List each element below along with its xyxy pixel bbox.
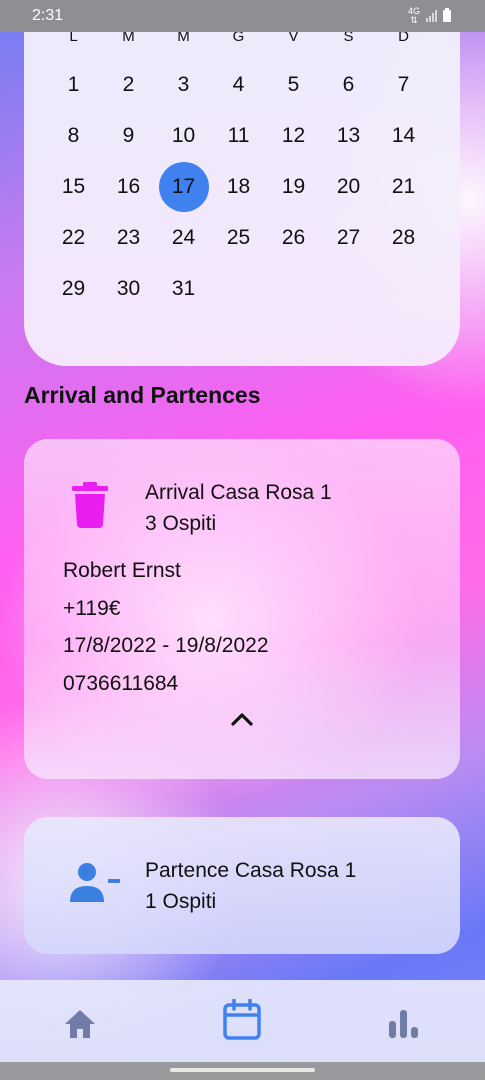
calendar-day-number: 8 <box>67 123 80 147</box>
calendar-day-number: 12 <box>281 123 306 147</box>
calendar-day-number: 22 <box>61 225 86 249</box>
calendar-day-number: 14 <box>391 123 416 147</box>
calendar-day[interactable]: 22 <box>46 212 101 263</box>
calendar-day[interactable]: 7 <box>376 59 431 110</box>
battery-icon <box>443 8 451 22</box>
booking-price: +119€ <box>63 597 121 620</box>
signal-icon <box>426 10 437 22</box>
calendar-day-number: 7 <box>397 72 410 96</box>
status-icons: 4G ⇅ <box>408 7 451 25</box>
calendar-day[interactable]: 6 <box>321 59 376 110</box>
calendar-day[interactable]: 8 <box>46 110 101 161</box>
calendar-day-number: 20 <box>336 174 361 198</box>
section-title: Arrival and Partences <box>24 382 261 408</box>
network-indicator: 4G ⇅ <box>408 7 420 25</box>
stats-icon[interactable] <box>388 1009 420 1039</box>
status-bar: 2:31 4G ⇅ <box>0 0 485 32</box>
calendar-day[interactable]: 18 <box>211 161 266 212</box>
status-time: 2:31 <box>32 7 64 24</box>
calendar-day-number: 5 <box>287 72 300 96</box>
calendar-day[interactable]: 9 <box>101 110 156 161</box>
calendar-day[interactable]: 16 <box>101 161 156 212</box>
calendar-day-number: 10 <box>171 123 196 147</box>
calendar-day[interactable]: 15 <box>46 161 101 212</box>
calendar-day-number: 15 <box>61 174 86 198</box>
calendar-card: L M M G V S D 1 2 3 4 5 6 7 8 9 10 11 12 13 14 15 16 17 1… <box>24 0 460 366</box>
calendar-day[interactable]: 23 <box>101 212 156 263</box>
arrival-title: Arrival Casa Rosa 1 <box>145 481 332 504</box>
calendar-day[interactable]: 31 <box>156 263 211 314</box>
calendar-day-number: 3 <box>177 72 190 96</box>
calendar-day-number: 30 <box>116 276 141 300</box>
calendar-day-number: 23 <box>116 225 141 249</box>
calendar-day[interactable]: 14 <box>376 110 431 161</box>
trash-icon[interactable] <box>72 482 108 528</box>
calendar-day-number: 18 <box>226 174 251 198</box>
calendar-day-number: 29 <box>61 276 86 300</box>
calendar-day-selected[interactable]: 17 <box>156 161 211 212</box>
guest-name: Robert Ernst <box>63 559 181 582</box>
guest-phone: 0736611684 <box>63 672 179 695</box>
arrival-guests: 3 Ospiti <box>145 512 217 535</box>
calendar-day-number: 9 <box>122 123 135 147</box>
arrival-card[interactable]: Arrival Casa Rosa 1 3 Ospiti Robert Erns… <box>24 439 460 779</box>
calendar-day[interactable]: 1 <box>46 59 101 110</box>
calendar-day[interactable]: 29 <box>46 263 101 314</box>
departure-guests: 1 Ospiti <box>145 890 217 913</box>
calendar-day[interactable]: 5 <box>266 59 321 110</box>
calendar-days-grid: 1 2 3 4 5 6 7 8 9 10 11 12 13 14 15 16 17 18 19 20 21 22 23 24 2… <box>46 59 431 314</box>
calendar-day[interactable]: 4 <box>211 59 266 110</box>
calendar-day[interactable]: 24 <box>156 212 211 263</box>
calendar-day-number: 28 <box>391 225 416 249</box>
calendar-day[interactable]: 20 <box>321 161 376 212</box>
calendar-day-number: 26 <box>281 225 306 249</box>
departure-title: Partence Casa Rosa 1 <box>145 859 357 882</box>
home-icon[interactable] <box>63 1008 97 1040</box>
calendar-day-number: 25 <box>226 225 251 249</box>
home-gesture-pill[interactable] <box>170 1068 315 1072</box>
calendar-day-number: 17 <box>158 161 209 212</box>
calendar-day-number: 13 <box>336 123 361 147</box>
data-arrows-icon: ⇅ <box>410 15 418 25</box>
calendar-day-number: 16 <box>116 174 141 198</box>
calendar-day[interactable]: 21 <box>376 161 431 212</box>
calendar-day-number: 27 <box>336 225 361 249</box>
calendar-day[interactable]: 11 <box>211 110 266 161</box>
system-nav-bar <box>0 1062 485 1080</box>
calendar-day-number: 21 <box>391 174 416 198</box>
calendar-day[interactable]: 28 <box>376 212 431 263</box>
calendar-day[interactable]: 19 <box>266 161 321 212</box>
calendar-day-number: 11 <box>227 123 250 147</box>
calendar-day[interactable]: 3 <box>156 59 211 110</box>
calendar-day-number: 6 <box>342 72 355 96</box>
calendar-day[interactable]: 12 <box>266 110 321 161</box>
calendar-day[interactable]: 13 <box>321 110 376 161</box>
calendar-day[interactable]: 25 <box>211 212 266 263</box>
calendar-day[interactable]: 27 <box>321 212 376 263</box>
calendar-day-number: 31 <box>171 276 196 300</box>
calendar-day[interactable]: 30 <box>101 263 156 314</box>
bottom-nav <box>0 980 485 1080</box>
calendar-day[interactable]: 2 <box>101 59 156 110</box>
calendar-day-number: 19 <box>281 174 306 198</box>
calendar-day[interactable]: 26 <box>266 212 321 263</box>
calendar-day[interactable]: 10 <box>156 110 211 161</box>
departure-card[interactable]: Partence Casa Rosa 1 1 Ospiti <box>24 817 460 954</box>
calendar-day-number: 1 <box>67 72 80 96</box>
chevron-up-icon[interactable] <box>230 709 254 729</box>
person-remove-icon <box>70 863 120 902</box>
calendar-day-number: 24 <box>171 225 196 249</box>
calendar-day-number: 4 <box>232 72 245 96</box>
calendar-icon[interactable] <box>222 999 262 1041</box>
calendar-day-number: 2 <box>122 72 135 96</box>
booking-dates: 17/8/2022 - 19/8/2022 <box>63 634 269 657</box>
